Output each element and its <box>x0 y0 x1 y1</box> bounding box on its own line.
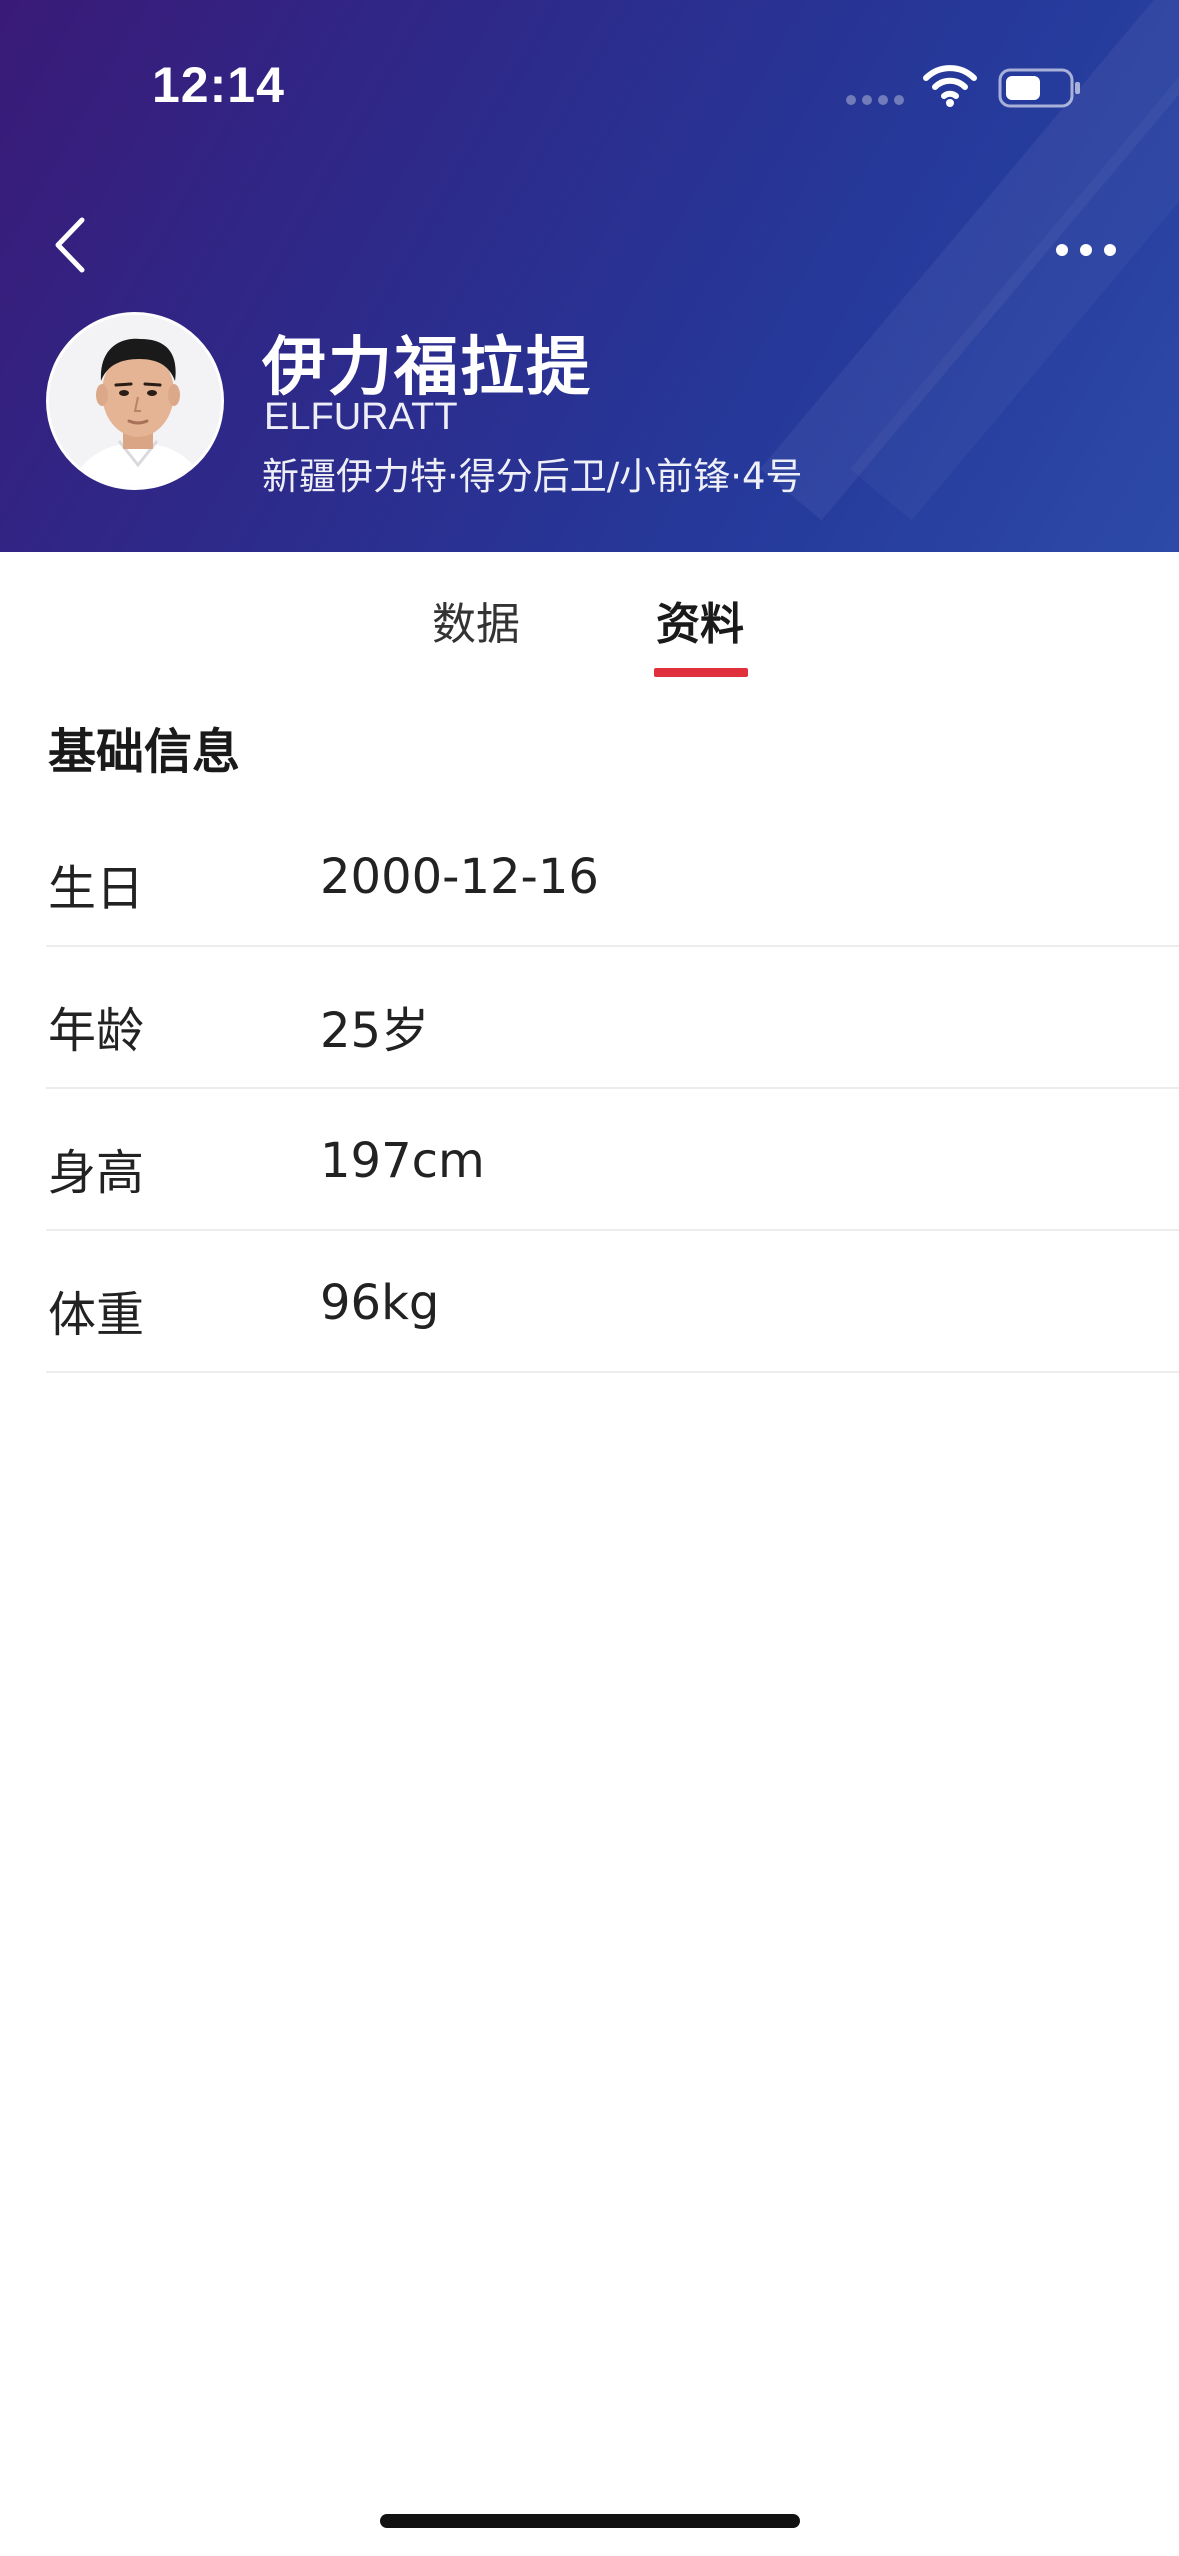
info-value: 25岁 <box>320 1003 430 1059</box>
info-row-height: 身高 197cm <box>46 1089 1179 1231</box>
player-name-en: ELFURATT <box>264 396 458 438</box>
info-row-age: 年龄 25岁 <box>46 947 1179 1089</box>
more-dot-icon <box>1056 244 1068 256</box>
info-value: 96kg <box>320 1275 440 1331</box>
info-row-birthday: 生日 2000-12-16 <box>46 805 1179 947</box>
status-bar: 12:14 <box>0 0 1179 160</box>
battery-icon <box>998 68 1080 108</box>
wifi-icon <box>923 65 977 107</box>
player-profile-page: 12:14 伊力福拉提 ELFURATT 新疆伊力特·得分后卫/小前锋·4号 数… <box>0 0 1179 2556</box>
tab-profile[interactable]: 资料 <box>656 588 744 652</box>
info-row-weight: 体重 96kg <box>46 1231 1179 1373</box>
active-tab-indicator <box>654 668 748 677</box>
player-photo <box>49 315 221 487</box>
cellular-signal-icon <box>846 95 904 105</box>
home-indicator[interactable] <box>380 2514 800 2528</box>
basic-info-list: 生日 2000-12-16 年龄 25岁 身高 197cm 体重 96kg <box>46 805 1179 1373</box>
info-value: 197cm <box>320 1133 485 1189</box>
profile-tabs: 数据 资料 <box>0 552 1179 682</box>
player-avatar <box>46 312 224 490</box>
info-label: 体重 <box>48 1287 145 1343</box>
profile-header: 12:14 伊力福拉提 ELFURATT 新疆伊力特·得分后卫/小前锋·4号 <box>0 0 1179 552</box>
status-time: 12:14 <box>152 57 285 113</box>
info-label: 身高 <box>48 1145 145 1201</box>
player-name: 伊力福拉提 <box>262 331 592 405</box>
info-label: 生日 <box>48 861 145 917</box>
info-value: 2000-12-16 <box>320 849 599 905</box>
info-label: 年龄 <box>48 1003 145 1059</box>
more-dot-icon <box>1080 244 1092 256</box>
tab-data[interactable]: 数据 <box>432 588 520 652</box>
more-options-button[interactable] <box>1046 230 1126 270</box>
more-dot-icon <box>1104 244 1116 256</box>
player-team-position-number: 新疆伊力特·得分后卫/小前锋·4号 <box>262 455 803 498</box>
back-button[interactable] <box>44 210 104 280</box>
section-title: 基础信息 <box>48 724 241 780</box>
